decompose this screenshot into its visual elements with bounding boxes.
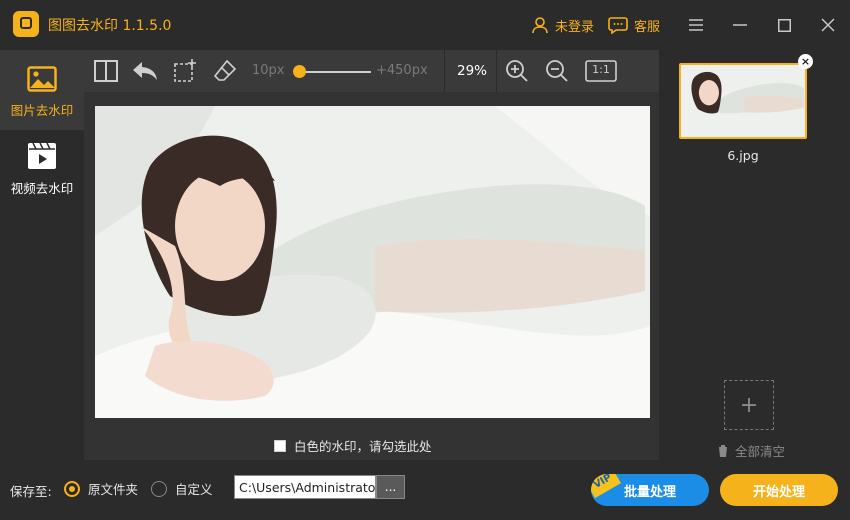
actual-size-label: 1:1 — [592, 63, 610, 76]
thumbnail-image — [681, 65, 805, 137]
preview-image[interactable] — [95, 106, 650, 418]
minimize-icon — [733, 24, 747, 26]
white-watermark-label: 白色的水印，请勾选此处 — [294, 439, 432, 454]
rect-select-icon — [174, 59, 196, 82]
bottom-bar: 保存至: 原文件夹 自定义 C:\Users\Administrator ...… — [0, 460, 850, 520]
start-process-button[interactable]: 开始处理 — [720, 474, 838, 506]
batch-process-label: 批量处理 — [623, 484, 676, 500]
radio-dot-selected[interactable] — [64, 480, 80, 497]
login-label: 未登录 — [554, 19, 594, 35]
radio-original-folder[interactable]: 原文件夹 — [64, 479, 138, 498]
menu-button[interactable] — [674, 0, 718, 50]
app-logo — [13, 11, 39, 37]
radio-original-label: 原文件夹 — [88, 482, 139, 497]
batch-process-button[interactable]: VIP 批量处理 — [591, 474, 709, 506]
add-file-button[interactable]: + — [724, 380, 774, 430]
zoom-level: 29% — [457, 63, 488, 79]
nav-video-watermark[interactable]: 视频去水印 — [0, 130, 84, 210]
file-thumbnail[interactable] — [679, 63, 807, 139]
white-watermark-checkbox[interactable] — [274, 439, 286, 452]
maximize-button[interactable] — [762, 0, 806, 50]
split-view-icon — [94, 60, 118, 82]
plus-icon: + — [739, 392, 759, 418]
toolbar: 10px +450px 29% 1:1 — [84, 50, 659, 92]
zoom-in-icon — [506, 60, 528, 82]
brush-size-slider[interactable] — [293, 65, 306, 78]
radio-custom-folder[interactable]: 自定义 — [151, 479, 213, 498]
compare-button[interactable] — [93, 58, 119, 84]
video-icon — [28, 142, 56, 169]
radio-dot[interactable] — [151, 480, 167, 497]
browse-button[interactable]: ... — [376, 475, 405, 499]
service-button[interactable]: 客服 — [608, 16, 660, 35]
menu-icon — [689, 19, 703, 31]
chat-icon — [608, 17, 628, 34]
trash-icon — [718, 445, 728, 457]
service-label: 客服 — [633, 19, 660, 35]
minimize-button[interactable] — [718, 0, 762, 50]
nav-image-label: 图片去水印 — [10, 103, 74, 118]
zoom-in-button[interactable] — [504, 58, 530, 84]
image-icon — [27, 66, 57, 92]
nav-video-label: 视频去水印 — [10, 181, 74, 196]
save-to-label: 保存至: — [10, 484, 52, 499]
user-icon — [532, 17, 548, 34]
title-actions: 未登录 客服 — [531, 0, 850, 50]
toolbar-divider — [496, 50, 497, 92]
start-process-label: 开始处理 — [752, 484, 805, 500]
brush-size-max: +450px — [376, 63, 428, 78]
white-watermark-option[interactable]: 白色的水印，请勾选此处 — [274, 436, 432, 455]
app-title: 图图去水印 1.1.5.0 — [48, 18, 172, 34]
remove-file-button[interactable]: × — [798, 54, 813, 69]
photo-illustration — [95, 106, 650, 418]
title-bar: 图图去水印 1.1.5.0 未登录 客服 — [0, 0, 850, 50]
actual-size-button[interactable]: 1:1 — [584, 58, 618, 84]
undo-button[interactable] — [132, 58, 158, 84]
zoom-out-button[interactable] — [544, 58, 570, 84]
close-icon — [821, 18, 835, 32]
nav-image-watermark[interactable]: 图片去水印 — [0, 50, 84, 130]
brush-size-track[interactable] — [299, 71, 371, 73]
undo-icon — [133, 62, 157, 80]
clear-all-button[interactable]: 全部清空 — [717, 441, 785, 460]
brush-size-min: 10px — [252, 63, 285, 78]
zoom-out-icon — [546, 60, 568, 82]
maximize-icon — [777, 18, 791, 32]
eraser-icon — [213, 59, 237, 81]
eraser-button[interactable] — [212, 58, 238, 84]
file-name: 6.jpg — [727, 148, 759, 163]
save-path-field[interactable]: C:\Users\Administrator — [234, 475, 376, 499]
toolbar-divider — [444, 50, 445, 92]
canvas-area: 白色的水印，请勾选此处 — [84, 92, 659, 460]
vip-badge: VIP — [591, 474, 621, 499]
rect-select-button[interactable] — [172, 58, 198, 84]
left-nav: 图片去水印 视频去水印 — [0, 50, 84, 460]
radio-custom-label: 自定义 — [175, 482, 213, 497]
login-button[interactable]: 未登录 — [531, 16, 594, 35]
file-list-panel: × 6.jpg + 全部清空 — [659, 50, 850, 460]
clear-all-label: 全部清空 — [735, 444, 786, 459]
close-button[interactable] — [806, 0, 850, 50]
